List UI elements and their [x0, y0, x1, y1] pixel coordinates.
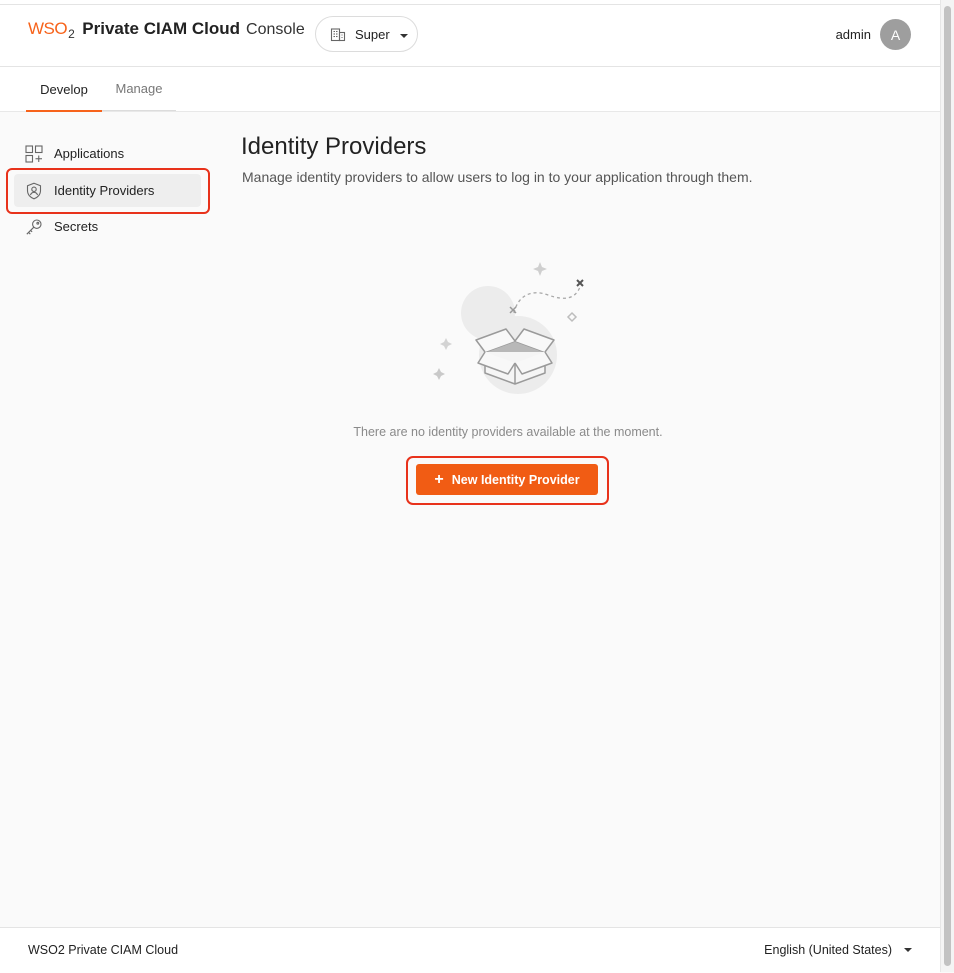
- sidebar-item-label: Identity Providers: [54, 183, 155, 198]
- scrollbar-thumb[interactable]: [944, 6, 951, 966]
- sidebar-item-identity-providers[interactable]: Identity Providers: [14, 174, 201, 207]
- user-name[interactable]: admin: [836, 27, 871, 42]
- plus-icon: +: [434, 470, 444, 488]
- new-button-label: New Identity Provider: [451, 472, 580, 487]
- brand[interactable]: WSO 2 Private CIAM Cloud Console: [28, 19, 305, 41]
- key-icon: [26, 218, 42, 235]
- tab-manage[interactable]: Manage: [102, 67, 176, 111]
- language-selector[interactable]: English (United States): [764, 943, 912, 957]
- sidebar-item-label: Applications: [54, 146, 125, 161]
- header-bar: WSO 2 Private CIAM Cloud Console Super ad…: [0, 5, 940, 67]
- page-title: Identity Providers: [241, 133, 427, 160]
- sidebar-item-label: Secrets: [54, 219, 99, 234]
- tab-develop[interactable]: Develop: [26, 67, 102, 112]
- tenant-switcher[interactable]: Super: [315, 16, 418, 52]
- chevron-down-icon: [399, 34, 408, 38]
- footer-brand: WSO2 Private CIAM Cloud: [28, 943, 179, 957]
- avatar[interactable]: A: [880, 19, 911, 50]
- main-tabs: Develop Manage: [0, 67, 940, 112]
- wso2-logo: WSO 2: [28, 19, 75, 41]
- empty-box-illustration: [433, 262, 584, 394]
- identity-provider-icon: [26, 182, 42, 199]
- chevron-down-icon: [904, 948, 912, 952]
- empty-state-message: There are no identity providers availabl…: [353, 425, 663, 439]
- sidebar-item-secrets[interactable]: Secrets: [14, 210, 201, 243]
- applications-icon: [25, 144, 43, 163]
- product-name: Private CIAM Cloud: [82, 19, 241, 38]
- new-identity-provider-button[interactable]: + New Identity Provider: [416, 464, 598, 495]
- tenant-name: Super: [355, 26, 390, 42]
- building-icon: [330, 28, 346, 42]
- language-label: English (United States): [764, 943, 892, 957]
- page-description: Manage identity providers to allow users…: [242, 169, 753, 185]
- vertical-scrollbar[interactable]: [940, 0, 954, 972]
- footer: WSO2 Private CIAM Cloud English (United …: [0, 927, 940, 973]
- console-label: Console: [246, 21, 305, 38]
- console-app: WSO 2 Private CIAM Cloud Console Super ad…: [0, 0, 940, 973]
- sidebar-item-applications[interactable]: Applications: [14, 137, 201, 170]
